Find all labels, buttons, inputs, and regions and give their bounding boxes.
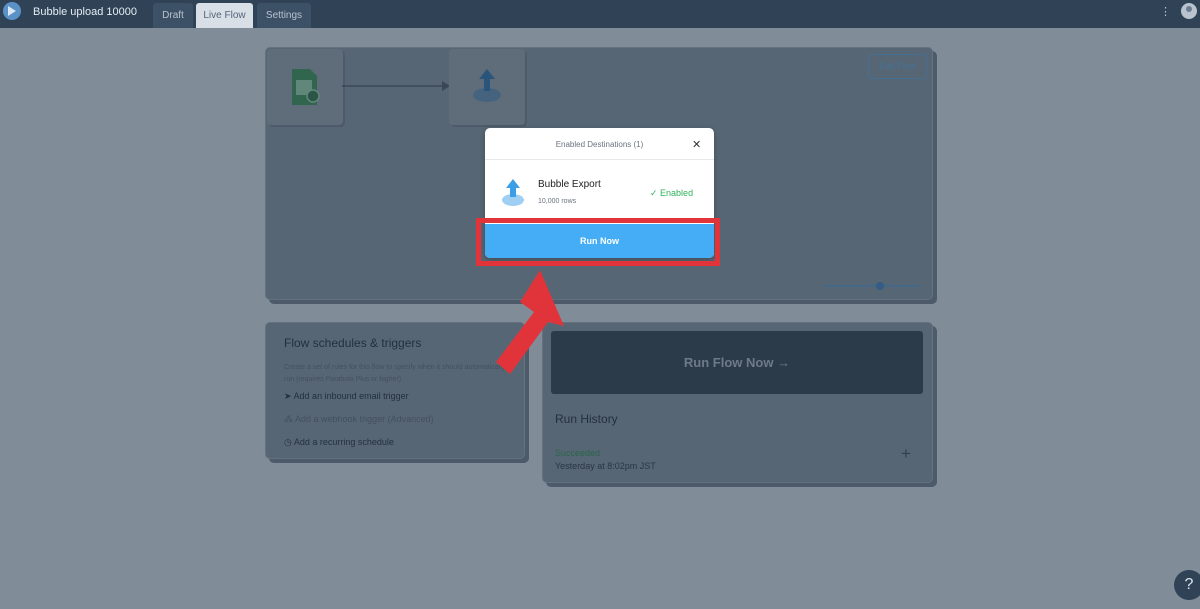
more-menu-icon[interactable]: ⋮ — [1160, 5, 1171, 18]
app-logo-icon[interactable] — [3, 2, 21, 20]
highlight-box — [476, 218, 720, 266]
tab-settings[interactable]: Settings — [257, 3, 311, 28]
modal-title: Enabled Destinations (1) — [555, 140, 644, 149]
destination-row-count: 10,000 rows — [538, 198, 577, 205]
user-avatar[interactable] — [1181, 3, 1197, 19]
annotation-arrow-icon — [496, 270, 564, 374]
destination-name: Bubble Export — [538, 179, 601, 190]
top-bar: Bubble upload 10000 Draft Live Flow Sett… — [0, 0, 1200, 28]
enabled-status-badge: ✓ Enabled — [650, 188, 694, 198]
tab-live-flow[interactable]: Live Flow — [196, 3, 253, 28]
modal-divider — [485, 159, 714, 160]
modal-backdrop[interactable] — [0, 28, 1200, 609]
tab-draft[interactable]: Draft — [153, 3, 193, 28]
cloud-upload-icon — [502, 179, 524, 206]
close-icon[interactable]: ✕ — [692, 138, 701, 151]
flow-title[interactable]: Bubble upload 10000 — [33, 6, 137, 18]
help-button[interactable]: ? — [1174, 570, 1200, 600]
